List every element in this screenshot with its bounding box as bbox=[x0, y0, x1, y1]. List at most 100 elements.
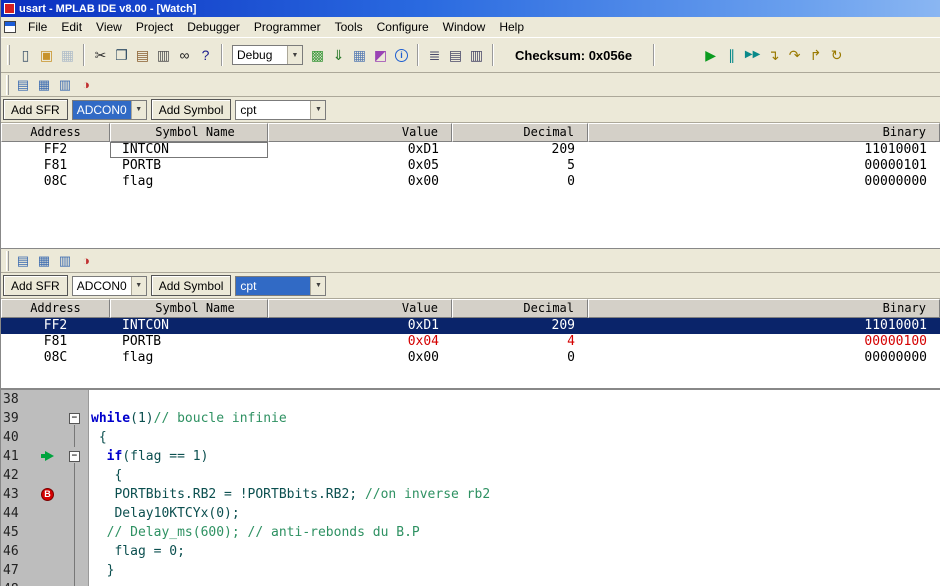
info-icon[interactable]: i bbox=[391, 45, 412, 66]
menu-programmer[interactable]: Programmer bbox=[247, 18, 328, 36]
marker-margin[interactable] bbox=[35, 561, 67, 580]
globe-icon[interactable]: ◑ bbox=[77, 76, 95, 94]
marker-margin[interactable]: B bbox=[35, 485, 67, 504]
marker-margin[interactable] bbox=[35, 409, 67, 428]
column-header-address[interactable]: Address bbox=[1, 123, 110, 142]
marker-margin[interactable] bbox=[35, 466, 67, 485]
marker-margin[interactable] bbox=[35, 523, 67, 542]
chevron-down-icon[interactable]: ▼ bbox=[310, 276, 326, 295]
marker-margin[interactable] bbox=[35, 390, 67, 409]
code-text[interactable]: } bbox=[89, 561, 115, 580]
toolbar-grip[interactable] bbox=[7, 45, 10, 65]
globe-icon[interactable]: ◑ bbox=[77, 252, 95, 270]
code-text[interactable] bbox=[89, 580, 91, 586]
chevron-down-icon[interactable]: ▼ bbox=[310, 100, 326, 119]
titlebar[interactable]: usart - MPLAB IDE v8.00 - [Watch] bbox=[1, 0, 940, 17]
memory-view-icon[interactable]: ▤ bbox=[445, 45, 466, 66]
watch-row-portb[interactable]: F81 PORTB 0x04 4 00000100 bbox=[1, 334, 940, 350]
editor-gutter[interactable]: 45 bbox=[1, 523, 89, 542]
editor-gutter[interactable]: 39 − bbox=[1, 409, 89, 428]
table-paste-icon[interactable]: ▦ bbox=[35, 76, 53, 94]
chevron-down-icon[interactable]: ▼ bbox=[130, 100, 146, 119]
column-header-binary[interactable]: Binary bbox=[588, 123, 940, 142]
column-header-address[interactable]: Address bbox=[1, 299, 110, 318]
table-export-icon[interactable]: ▥ bbox=[56, 76, 74, 94]
menu-window[interactable]: Window bbox=[436, 18, 493, 36]
column-header-decimal[interactable]: Decimal bbox=[452, 123, 588, 142]
code-text[interactable]: // Delay_ms(600); // anti-rebonds du B.P bbox=[89, 523, 420, 542]
program-target-icon[interactable]: ≣ bbox=[424, 45, 445, 66]
symbol-combobox[interactable]: cpt ▼ bbox=[235, 275, 327, 296]
menu-help[interactable]: Help bbox=[492, 18, 531, 36]
menu-file[interactable]: File bbox=[21, 18, 54, 36]
menu-edit[interactable]: Edit bbox=[54, 18, 89, 36]
save-workspace-icon[interactable]: ▦ bbox=[349, 45, 370, 66]
add-sfr-button[interactable]: Add SFR bbox=[3, 275, 68, 296]
column-header-symbol[interactable]: Symbol Name bbox=[110, 299, 268, 318]
table-copy-icon[interactable]: ▤ bbox=[14, 252, 32, 270]
table-export-icon[interactable]: ▥ bbox=[56, 252, 74, 270]
editor-gutter[interactable]: 46 bbox=[1, 542, 89, 561]
breakpoint-icon[interactable]: B bbox=[41, 488, 54, 501]
code-text[interactable]: flag = 0; bbox=[89, 542, 184, 561]
fold-toggle-icon[interactable]: − bbox=[69, 413, 80, 424]
open-file-icon[interactable]: ▣ bbox=[36, 45, 57, 66]
copy-icon[interactable]: ❐ bbox=[111, 45, 132, 66]
column-header-value[interactable]: Value bbox=[268, 123, 452, 142]
add-sfr-button[interactable]: Add SFR bbox=[3, 99, 68, 120]
marker-margin[interactable] bbox=[35, 580, 67, 586]
fold-toggle-icon[interactable]: − bbox=[69, 451, 80, 462]
add-symbol-button[interactable]: Add Symbol bbox=[150, 99, 232, 120]
cut-icon[interactable]: ✂ bbox=[90, 45, 111, 66]
column-header-decimal[interactable]: Decimal bbox=[452, 299, 588, 318]
editor-gutter[interactable]: 47 bbox=[1, 561, 89, 580]
marker-margin[interactable] bbox=[35, 428, 67, 447]
debug-mode-combobox[interactable]: Debug ▼ bbox=[232, 45, 303, 65]
code-text[interactable]: { bbox=[89, 466, 122, 485]
toolbar-grip[interactable] bbox=[6, 250, 9, 271]
step-out-icon[interactable]: ↱ bbox=[805, 45, 826, 66]
editor-gutter[interactable]: 40 bbox=[1, 428, 89, 447]
marker-margin[interactable] bbox=[35, 447, 67, 466]
editor-gutter[interactable]: 41 − bbox=[1, 447, 89, 466]
target-board-icon[interactable]: ▩ bbox=[307, 45, 328, 66]
run-icon[interactable]: ▶ bbox=[700, 45, 721, 66]
column-header-binary[interactable]: Binary bbox=[588, 299, 940, 318]
halt-icon[interactable]: ∥ bbox=[721, 45, 742, 66]
editor-gutter[interactable]: 38 bbox=[1, 390, 89, 409]
toolbar-grip[interactable] bbox=[6, 74, 9, 95]
print-icon[interactable]: ▥ bbox=[153, 45, 174, 66]
code-text[interactable]: if(flag == 1) bbox=[89, 447, 209, 466]
chevron-down-icon[interactable]: ▼ bbox=[287, 46, 302, 64]
editor-gutter[interactable]: 48 bbox=[1, 580, 89, 586]
watch-row-flag[interactable]: 08C flag 0x00 0 00000000 bbox=[1, 174, 940, 190]
step-into-icon[interactable]: ↴ bbox=[763, 45, 784, 66]
eeprom-view-icon[interactable]: ▥ bbox=[466, 45, 487, 66]
menu-tools[interactable]: Tools bbox=[328, 18, 370, 36]
build-icon[interactable]: ◩ bbox=[370, 45, 391, 66]
watch-row-portb[interactable]: F81 PORTB 0x05 5 00000101 bbox=[1, 158, 940, 174]
column-header-symbol[interactable]: Symbol Name bbox=[110, 123, 268, 142]
add-symbol-button[interactable]: Add Symbol bbox=[150, 275, 232, 296]
sfr-combobox[interactable]: ADCON0 ▼ bbox=[71, 275, 147, 296]
table-paste-icon[interactable]: ▦ bbox=[35, 252, 53, 270]
column-header-value[interactable]: Value bbox=[268, 299, 452, 318]
menu-debugger[interactable]: Debugger bbox=[180, 18, 247, 36]
table-copy-icon[interactable]: ▤ bbox=[14, 76, 32, 94]
code-text[interactable] bbox=[89, 390, 91, 409]
help-icon[interactable]: ? bbox=[195, 45, 216, 66]
code-text[interactable]: while(1)// boucle infinie bbox=[89, 409, 287, 428]
code-text[interactable]: Delay10KTCYx(0); bbox=[89, 504, 239, 523]
reset-icon[interactable]: ↻ bbox=[826, 45, 847, 66]
code-text[interactable]: PORTBbits.RB2 = !PORTBbits.RB2; //on inv… bbox=[89, 485, 490, 504]
marker-margin[interactable] bbox=[35, 504, 67, 523]
editor-gutter[interactable]: 43 B bbox=[1, 485, 89, 504]
code-editor[interactable]: 38 39− while(1)// boucle infinie 40 {41− if… bbox=[1, 389, 940, 586]
code-text[interactable]: { bbox=[89, 428, 107, 447]
watch-row-intcon[interactable]: FF2 INTCON 0xD1 209 11010001 bbox=[1, 142, 940, 158]
paste-icon[interactable]: ▤ bbox=[132, 45, 153, 66]
download-icon[interactable]: ⇓ bbox=[328, 45, 349, 66]
menu-view[interactable]: View bbox=[89, 18, 129, 36]
symbol-combobox[interactable]: cpt ▼ bbox=[235, 99, 327, 120]
step-over-icon[interactable]: ↷ bbox=[784, 45, 805, 66]
